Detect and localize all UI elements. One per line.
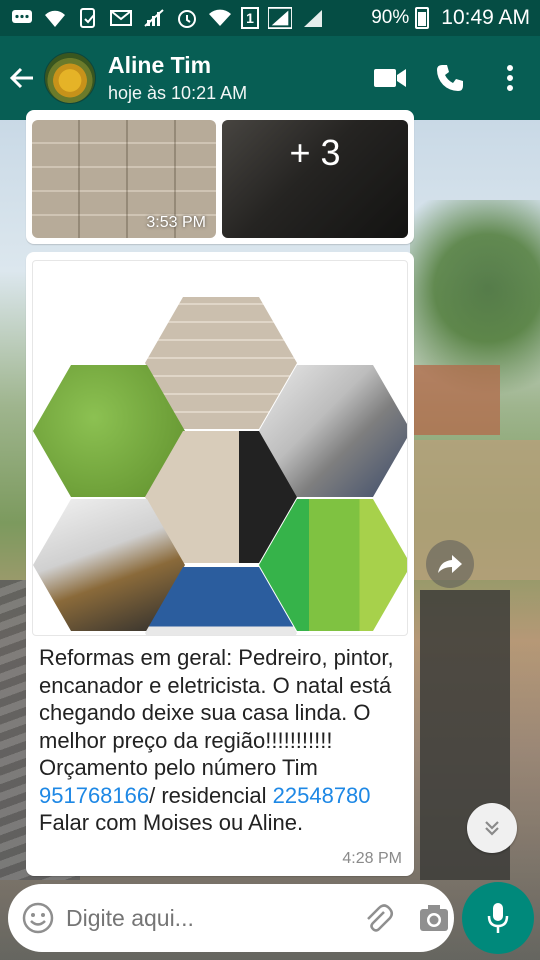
attach-button[interactable] [362, 898, 394, 938]
status-bar: 1 90% 10:49 AM [0, 0, 540, 36]
phone-icon [437, 65, 463, 91]
alarm-icon [175, 7, 199, 29]
wifi-icon [208, 7, 232, 29]
chat-header: Aline Tim hoje às 10:21 AM [0, 36, 540, 120]
back-button[interactable] [0, 36, 44, 120]
signal-strength-icon [268, 7, 292, 29]
message-time: 3:53 PM [146, 214, 206, 231]
camera-icon [420, 905, 448, 931]
message-caption: Reformas em geral: Pedreiro, pintor, enc… [39, 644, 401, 837]
phone-link-mobile[interactable]: 951768166 [39, 783, 149, 808]
last-seen: hoje às 10:21 AM [108, 83, 248, 103]
forward-icon [438, 555, 462, 573]
collage-image[interactable] [32, 260, 408, 636]
chat-notification-icon [10, 7, 34, 29]
phone-link-home[interactable]: 22548780 [273, 783, 371, 808]
tablet-check-icon [76, 7, 100, 29]
scroll-to-bottom-button[interactable] [467, 803, 517, 853]
caption-text-3: Falar com Moises ou Aline. [39, 810, 304, 835]
wifi-alert-icon [43, 7, 67, 29]
no-signal-icon [142, 7, 166, 29]
contact-name: Aline Tim [108, 52, 212, 78]
message-bubble-album[interactable]: 3:53 PM + 3 [26, 110, 414, 244]
wallpaper-building [410, 365, 500, 435]
message-composer [8, 884, 454, 952]
avatar[interactable] [44, 52, 96, 104]
more-vert-icon [507, 65, 513, 91]
album-photo-1[interactable]: 3:53 PM [32, 120, 216, 238]
more-photos-count: + 3 [289, 132, 341, 173]
double-chevron-down-icon [485, 821, 499, 836]
attach-icon [367, 904, 393, 932]
voice-record-button[interactable] [462, 882, 534, 954]
battery-percent: 90% [371, 7, 410, 28]
album-photo-more[interactable]: + 3 [222, 120, 408, 238]
emoji-button[interactable] [22, 898, 54, 938]
more-options-button[interactable] [480, 48, 540, 108]
caption-text: Reformas em geral: Pedreiro, pintor, enc… [39, 645, 394, 780]
message-bubble-image-caption[interactable]: Reformas em geral: Pedreiro, pintor, enc… [26, 252, 414, 876]
emoji-icon [22, 902, 54, 934]
video-call-icon [374, 69, 406, 87]
message-input[interactable] [66, 904, 362, 932]
battery-icon [415, 7, 430, 29]
caption-text-2: / residencial [149, 782, 273, 808]
camera-button[interactable] [418, 898, 450, 938]
contact-info[interactable]: Aline Tim hoje às 10:21 AM [108, 51, 360, 105]
mic-icon [487, 903, 509, 933]
voice-call-button[interactable] [420, 48, 480, 108]
back-arrow-icon [9, 67, 33, 89]
message-time: 4:28 PM [342, 850, 402, 867]
mail-icon [109, 7, 133, 29]
clock: 10:49 AM [441, 6, 530, 29]
forward-button[interactable] [426, 540, 474, 588]
video-call-button[interactable] [360, 48, 420, 108]
sim-slot-indicator: 1 [241, 7, 259, 29]
signal-strength-2-icon [301, 7, 325, 29]
